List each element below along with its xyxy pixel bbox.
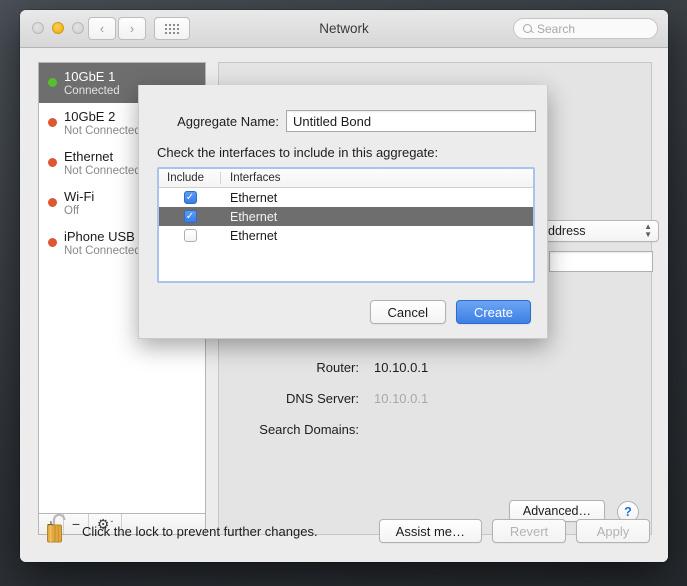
configure-ipv4-popup[interactable]: ddress ▲ ▼ — [541, 220, 659, 242]
router-value: 10.10.0.1 — [374, 360, 429, 375]
configure-ipv4-value: ddress — [548, 224, 586, 238]
service-name: 10GbE 1 — [64, 68, 116, 84]
status-dot — [48, 158, 57, 167]
status-dot — [48, 198, 57, 207]
interface-name: Ethernet — [230, 190, 278, 205]
network-preferences-window: ‹ › Network Search 10GbE 1 Connected 10GbE… — [20, 10, 668, 562]
lock-hint-text: Click the lock to prevent further change… — [82, 524, 318, 539]
sheet-button-row: Cancel Create — [369, 300, 531, 324]
search-placeholder: Search — [537, 21, 576, 36]
preferences-bottom-bar: Click the lock to prevent further change… — [20, 500, 668, 562]
interface-name: Ethernet — [230, 228, 278, 243]
search-input[interactable]: Search — [513, 18, 658, 39]
status-dot — [48, 78, 57, 87]
checkbox-checked-icon[interactable]: ✓ — [183, 210, 197, 223]
stepper-icon: ▲ ▼ — [644, 222, 652, 239]
assist-me-button[interactable]: Assist me… — [378, 519, 482, 543]
create-aggregate-sheet: Aggregate Name: Untitled Bond Check the … — [138, 85, 548, 339]
window-titlebar: ‹ › Network Search — [20, 10, 668, 48]
table-row[interactable]: Ethernet — [159, 226, 533, 245]
status-dot — [48, 118, 57, 127]
router-label: Router: — [316, 360, 359, 375]
unlocked-padlock-icon[interactable] — [46, 512, 72, 551]
include-cell[interactable]: ✓ — [159, 210, 221, 223]
dns-server-label: DNS Server: — [286, 391, 359, 406]
cancel-button[interactable]: Cancel — [369, 300, 446, 324]
checkbox-unchecked-icon[interactable] — [183, 229, 197, 242]
table-row[interactable]: ✓ Ethernet — [159, 207, 533, 226]
aggregate-name-input[interactable]: Untitled Bond — [286, 110, 536, 132]
status-dot — [48, 238, 57, 247]
table-row[interactable]: ✓ Ethernet — [159, 188, 533, 207]
interface-name: Ethernet — [230, 209, 278, 224]
ip-address-field[interactable] — [549, 251, 653, 272]
interfaces-table[interactable]: Include Interfaces ✓ Ethernet ✓ Ethernet Eth… — [157, 167, 535, 283]
window-body: 10GbE 1 Connected 10GbE 2 Not Connected Ethe… — [20, 48, 668, 562]
dns-server-value: 10.10.0.1 — [374, 391, 429, 406]
aggregate-name-label: Aggregate Name: — [177, 114, 279, 129]
apply-button: Apply — [576, 519, 650, 543]
bottom-button-row: Assist me… Revert Apply — [378, 519, 650, 543]
create-button[interactable]: Create — [455, 300, 531, 324]
interfaces-table-body: ✓ Ethernet ✓ Ethernet Ethernet — [159, 188, 533, 245]
checkbox-checked-icon[interactable]: ✓ — [183, 191, 197, 204]
column-header-include: Include — [159, 172, 221, 184]
revert-button: Revert — [492, 519, 566, 543]
include-cell[interactable] — [159, 229, 221, 242]
column-header-interfaces: Interfaces — [230, 172, 281, 184]
desktop-background: ‹ › Network Search 10GbE 1 Connected 10GbE… — [0, 0, 687, 586]
search-icon — [523, 24, 532, 33]
sheet-instruction-text: Check the interfaces to include in this … — [157, 145, 439, 160]
interfaces-table-header: Include Interfaces — [159, 169, 533, 188]
search-domains-label: Search Domains: — [259, 422, 359, 437]
include-cell[interactable]: ✓ — [159, 191, 221, 204]
